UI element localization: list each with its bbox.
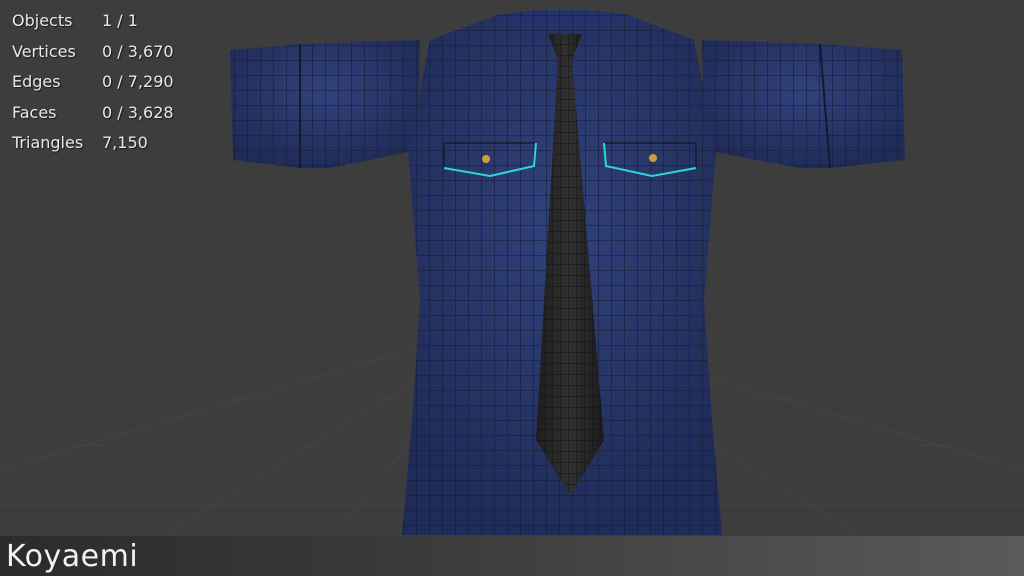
- bottom-bar: [0, 536, 1024, 576]
- 3d-viewport[interactable]: Objects 1 / 1 Vertices 0 / 3,670 Edges 0…: [0, 0, 1024, 576]
- stat-label: Triangles: [12, 133, 84, 152]
- left-pocket-button: [482, 155, 490, 163]
- viewport-statistics: Objects 1 / 1 Vertices 0 / 3,670 Edges 0…: [12, 6, 174, 159]
- right-pocket-button: [649, 154, 657, 162]
- stat-objects: Objects 1 / 1: [12, 6, 174, 37]
- stat-value: 1 / 1: [102, 11, 138, 30]
- stat-value: 0 / 7,290: [102, 72, 174, 91]
- stat-value: 0 / 3,670: [102, 41, 174, 61]
- stat-triangles: Triangles 7,150: [12, 128, 174, 159]
- watermark-text: Koyaemi: [6, 539, 139, 574]
- stat-label: Objects: [12, 11, 73, 30]
- stat-value: 0 / 3,628: [102, 102, 174, 122]
- stat-vertices: Vertices 0 / 3,670: [12, 37, 174, 68]
- stat-faces: Faces 0 / 3,628: [12, 98, 174, 129]
- stat-edges: Edges 0 / 7,290: [12, 67, 174, 98]
- stat-value: 7,150: [102, 133, 148, 152]
- stat-label: Vertices: [12, 41, 76, 61]
- stat-label: Faces: [12, 102, 57, 122]
- stat-label: Edges: [12, 72, 61, 91]
